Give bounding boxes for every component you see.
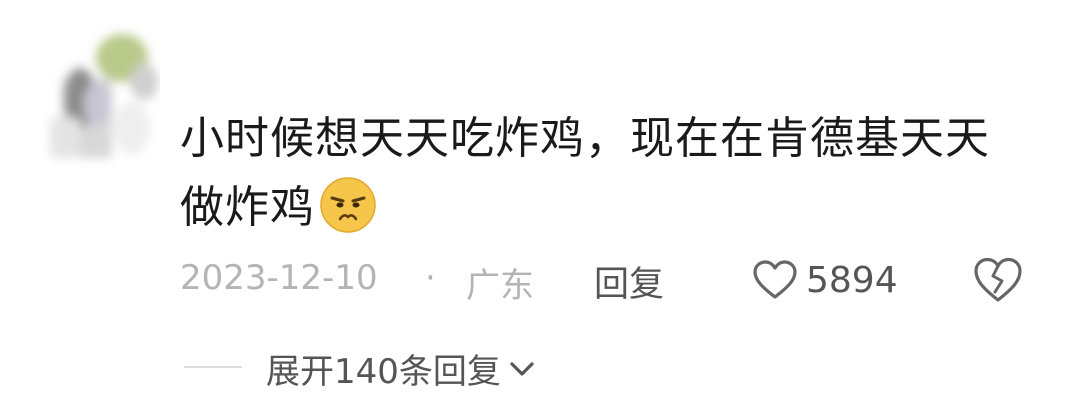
dislike-button[interactable] [972, 256, 1024, 304]
like-button[interactable]: 5894 [752, 252, 898, 308]
replies-row: 展开140条回复 [184, 336, 784, 396]
avatar[interactable] [40, 18, 160, 168]
comment-date: 2023-12-10 [180, 258, 378, 298]
like-count: 5894 [806, 259, 898, 301]
comment-meta-row: 2023-12-10 · 广东 回复 5894 [180, 252, 1040, 308]
expand-replies-label: 展开140条回复 [266, 352, 501, 392]
frowning-face-emoji-icon [319, 176, 377, 234]
expand-replies-button[interactable]: 展开140条回复 [266, 344, 535, 393]
replies-divider [184, 366, 242, 368]
broken-heart-icon [974, 257, 1022, 302]
meta-separator: · [425, 258, 436, 298]
comment-text-line-2-text: 做炸鸡 [180, 182, 315, 233]
comment-text: 小时候想天天吃炸鸡，现在在肯德基天天 做炸鸡 [180, 104, 1040, 242]
comment-location: 广东 [466, 266, 534, 306]
comment-text-line-1: 小时候想天天吃炸鸡，现在在肯德基天天 [180, 113, 990, 164]
comment-text-line-2: 做炸鸡 [180, 173, 1040, 242]
avatar-blurred-image [50, 34, 158, 158]
reply-button[interactable]: 回复 [594, 256, 664, 307]
heart-outline-icon [753, 260, 797, 299]
chevron-down-icon [510, 361, 534, 376]
